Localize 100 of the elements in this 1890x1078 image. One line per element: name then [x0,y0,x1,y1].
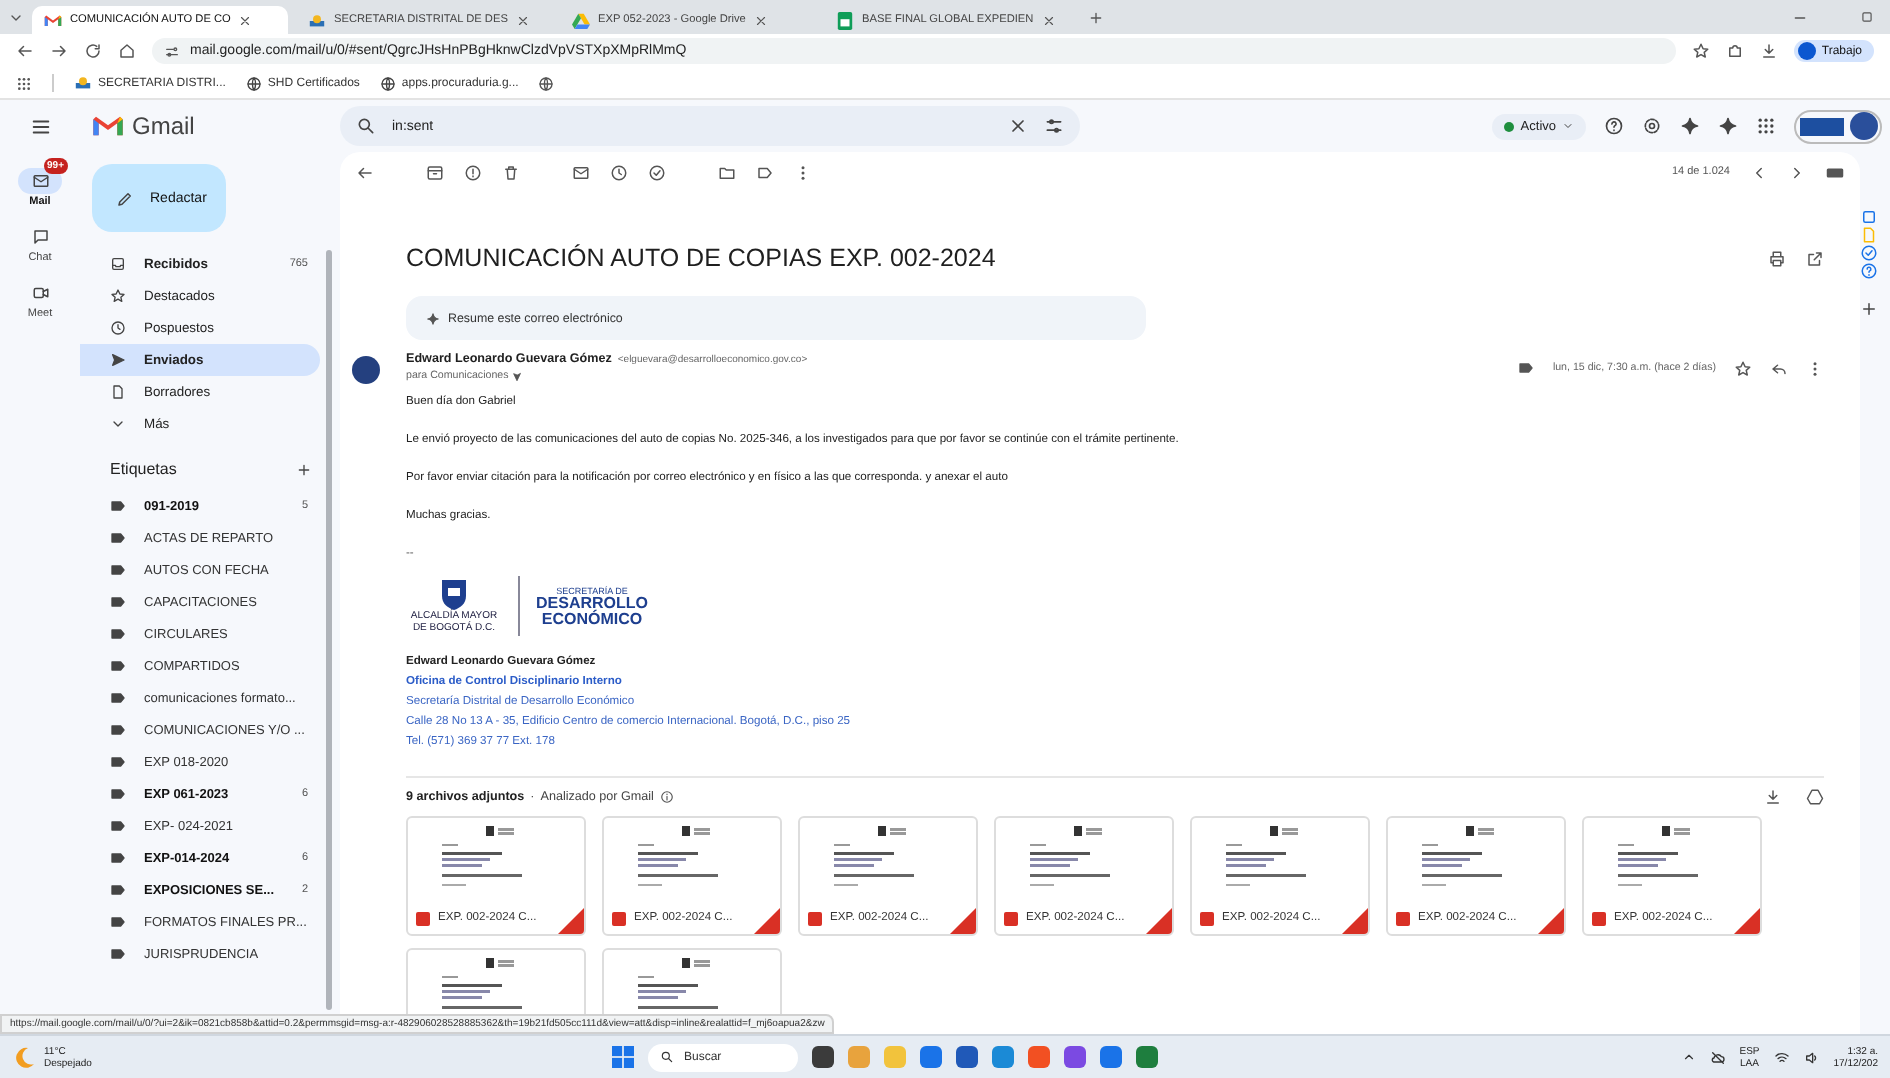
close-icon [753,13,768,27]
pencil-icon [116,189,134,207]
moon-icon [12,1045,36,1069]
star-icon[interactable] [1734,359,1752,377]
chevron-down-icon [110,416,126,432]
city-logo-icon [308,11,326,29]
pdf-icon [1004,911,1018,925]
back-icon[interactable] [16,42,34,60]
keyboard-icon[interactable] [1826,163,1844,181]
reply-icon[interactable] [1770,359,1788,377]
windows-logo-icon[interactable] [612,1046,634,1068]
app-icon[interactable] [1064,1046,1086,1068]
chevron-left-icon[interactable] [1750,163,1768,181]
help-icon[interactable] [1604,116,1624,136]
clock-icon [110,320,126,336]
site-settings-icon [164,43,180,59]
avatar-icon [352,356,380,384]
menu-icon[interactable] [30,115,52,137]
chevron-down-icon [1562,120,1574,132]
clock-icon[interactable] [610,163,628,181]
speaker-icon[interactable] [1803,1049,1820,1065]
triangle-logo-icon [572,11,590,29]
file-icon [110,384,126,400]
back-icon[interactable] [356,163,374,181]
corner-fold-icon [1146,908,1172,934]
forward-icon[interactable] [50,42,68,60]
trash-icon[interactable] [502,163,520,181]
chevron-up-icon[interactable] [1681,1050,1696,1064]
corner-fold-icon [1538,908,1564,934]
inbox-icon [110,256,126,272]
report-icon[interactable] [464,163,482,181]
cloud-off-icon[interactable] [1709,1049,1726,1065]
corner-fold-icon [1342,908,1368,934]
pdf-icon [808,911,822,925]
home-icon[interactable] [118,42,136,60]
star-icon[interactable] [1691,42,1710,60]
star-icon [110,288,126,304]
close-icon [238,13,253,27]
app-icon[interactable] [956,1046,978,1068]
send-icon [110,352,126,368]
status-dot-icon [1504,121,1515,131]
globe-icon[interactable] [538,75,555,91]
logo-text: DESARROLLO [536,595,648,611]
apps-icon[interactable] [1756,116,1776,136]
mail-icon[interactable] [572,163,590,181]
org-logo-icon [1800,117,1844,135]
corner-fold-icon [1734,908,1760,934]
download-icon[interactable] [1764,788,1782,806]
chevron-right-icon[interactable] [1788,163,1806,181]
add-label-icon[interactable] [296,461,312,477]
label-icon [1518,360,1535,376]
account-button[interactable] [1794,109,1882,143]
corner-fold-icon [950,908,976,934]
city-logo-icon [74,74,92,92]
app-icon[interactable] [812,1046,834,1068]
coat-of-arms-icon [440,578,468,610]
pdf-icon [1200,911,1214,925]
globe-icon [379,75,396,91]
apps-icon[interactable] [16,75,32,91]
mail-icon [31,172,49,190]
print-icon[interactable] [1768,249,1786,267]
close-icon [1041,13,1056,27]
avatar-icon [1850,112,1878,140]
search-icon [356,116,376,136]
section-title: Etiquetas [110,460,177,478]
calendar-icon[interactable] [1860,208,1878,226]
app-icon[interactable] [1136,1046,1158,1068]
pdf-icon [416,911,430,925]
clear-icon[interactable] [1008,116,1028,136]
pdf-icon [612,911,626,925]
email-subject: COMUNICACIÓN AUTO DE COPIAS EXP. 002-2024 [406,244,998,272]
m-logo-icon [44,13,62,27]
caret-icon [512,371,523,381]
add-task-icon[interactable] [648,163,666,181]
tag-icon[interactable] [756,163,774,181]
settings-icon[interactable] [1642,116,1662,136]
corner-fold-icon [558,908,584,934]
folder-icon[interactable] [718,163,736,181]
corner-fold-icon [754,908,780,934]
filter-icon[interactable] [1044,116,1064,136]
pdf-icon [1592,911,1606,925]
search-icon [660,1050,674,1064]
reload-icon[interactable] [84,42,102,60]
archive-icon[interactable] [426,163,444,181]
add-icon[interactable] [1860,300,1878,318]
close-icon [515,13,530,27]
video-icon [31,284,49,302]
wifi-icon[interactable] [1773,1049,1790,1065]
avatar-icon [1797,42,1816,60]
pdf-icon [1396,911,1410,925]
app-title: Gmail [132,112,195,140]
m-logo-icon [92,114,124,138]
logo-text: ECONÓMICO [541,611,643,627]
new-tab-icon[interactable] [1088,9,1104,25]
open-window-icon[interactable] [1806,249,1824,267]
spreadsheet-icon [836,11,854,29]
task-icon[interactable] [1860,244,1878,262]
info-icon [659,790,674,804]
restore-icon[interactable] [1860,10,1874,24]
download-icon[interactable] [1759,42,1778,60]
